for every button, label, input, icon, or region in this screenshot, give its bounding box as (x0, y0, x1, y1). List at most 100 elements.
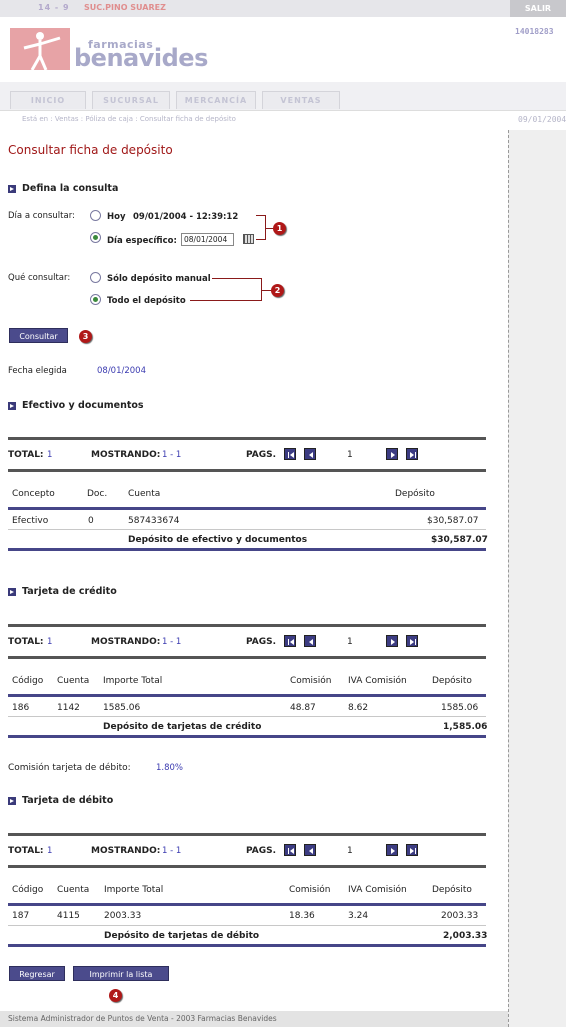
prev-page-icon[interactable] (304, 844, 316, 856)
pager-showing: 1 - 1 (162, 637, 182, 647)
pager-top-bar (8, 624, 486, 627)
debit-row-commission: 18.36 (289, 911, 315, 921)
tab-ventas[interactable]: VENTAS (262, 91, 340, 109)
tab-sucursal[interactable]: SUCURSAL (92, 91, 170, 109)
first-page-icon[interactable] (284, 448, 296, 460)
manual-deposit-label: Sólo depósito manual (107, 274, 211, 284)
credit-total-value: 1,585.06 (443, 722, 488, 732)
pager-bottom-bar (8, 865, 486, 868)
radio-today[interactable] (90, 210, 101, 221)
section-debit: Tarjeta de débito (8, 795, 113, 806)
date-field[interactable]: 08/01/2004 (181, 233, 234, 246)
section-query-label: Defina la consulta (22, 183, 119, 194)
table-header-bar (8, 694, 486, 697)
logout-button[interactable]: SALIR (510, 0, 566, 17)
last-page-icon[interactable] (406, 448, 418, 460)
pager-top-bar (8, 833, 486, 836)
chosen-date-value: 08/01/2004 (97, 366, 146, 376)
prev-page-icon[interactable] (304, 448, 316, 460)
pager-total-label: TOTAL: (8, 450, 44, 460)
section-credit-label: Tarjeta de crédito (22, 586, 117, 597)
pager-showing: 1 - 1 (162, 450, 182, 460)
credit-row-iva: 8.62 (348, 703, 369, 713)
debit-row-iva: 3.24 (348, 911, 369, 921)
print-list-button[interactable]: Imprimir la lista (73, 966, 169, 981)
next-page-icon[interactable] (386, 448, 398, 460)
prev-page-icon[interactable] (304, 635, 316, 647)
pager-total: 1 (47, 637, 53, 647)
table-footer-bar (8, 944, 486, 947)
pager-pages-label: PAGS. (246, 637, 277, 647)
chosen-date-label: Fecha elegida (8, 366, 67, 376)
col-deposit: Depósito (432, 676, 472, 686)
last-page-icon[interactable] (406, 844, 418, 856)
annotation-brace-2 (252, 278, 262, 301)
today-value: 09/01/2004 - 12:39:12 (133, 212, 239, 222)
badge-3: 3 (79, 330, 92, 343)
tab-inicio[interactable]: INICIO (10, 91, 86, 109)
table-header-bar (8, 507, 486, 510)
cash-row-doc: 0 (88, 516, 94, 526)
debit-total-value: 2,003.33 (443, 931, 488, 941)
credit-row-deposit: 1585.06 (441, 703, 479, 713)
col-amount: Importe Total (103, 676, 163, 686)
consult-button[interactable]: Consultar (9, 328, 68, 343)
pager-showing-label: MOSTRANDO: (91, 637, 161, 647)
pager-showing-label: MOSTRANDO: (91, 846, 161, 856)
credit-row-commission: 48.87 (290, 703, 316, 713)
store-name: SUC.PINO SUAREZ (84, 3, 166, 12)
arrow-icon (8, 401, 16, 410)
divider (8, 716, 486, 717)
col-commission: Comisión (290, 676, 332, 686)
pager-bottom-bar (8, 656, 486, 659)
tab-mercancia[interactable]: MERCANCÍA (176, 91, 256, 109)
credit-row-code: 186 (12, 703, 30, 713)
debit-row-account: 4115 (57, 911, 80, 921)
day-label: Día a consultar: (8, 211, 75, 221)
debit-row-amount: 2003.33 (104, 911, 142, 921)
section-cash-label: Efectivo y documentos (22, 400, 144, 411)
col-account: Cuenta (57, 676, 90, 686)
all-deposit-label: Todo el depósito (107, 296, 186, 306)
divider (8, 925, 486, 926)
annotation-brace-1 (256, 215, 266, 240)
next-page-icon[interactable] (386, 844, 398, 856)
top-bar: 14 - 9 SUC.PINO SUAREZ SALIR (0, 0, 566, 17)
next-page-icon[interactable] (386, 635, 398, 647)
calendar-icon[interactable] (243, 234, 254, 244)
radio-manual-deposit[interactable] (90, 272, 101, 283)
col-iva: IVA Comisión (348, 885, 407, 895)
credit-row-account: 1142 (57, 703, 80, 713)
store-number: 14 - 9 (38, 3, 70, 12)
col-doc: Doc. (87, 489, 108, 499)
breadcrumb: Está en : Ventas : Póliza de caja : Cons… (22, 115, 236, 123)
first-page-icon[interactable] (284, 635, 296, 647)
pager-showing-label: MOSTRANDO: (91, 450, 161, 460)
debit-commission-label: Comisión tarjeta de débito: (8, 763, 131, 773)
pager-page: 1 (347, 450, 353, 460)
pager-total-label: TOTAL: (8, 846, 44, 856)
right-panel (508, 130, 566, 1027)
back-button[interactable]: Regresar (9, 966, 65, 981)
radio-all-deposit[interactable] (90, 294, 101, 305)
page-title: Consultar ficha de depósito (8, 143, 173, 157)
col-account: Cuenta (128, 489, 161, 499)
badge-1: 1 (273, 222, 286, 235)
pager-bottom-bar (8, 469, 486, 472)
credit-total-label: Depósito de tarjetas de crédito (103, 722, 262, 732)
last-page-icon[interactable] (406, 635, 418, 647)
cash-row-concept: Efectivo (12, 516, 49, 526)
table-footer-bar (8, 548, 486, 551)
what-label: Qué consultar: (8, 273, 71, 283)
col-concept: Concepto (12, 489, 55, 499)
pager-top-bar (8, 437, 486, 440)
arrow-icon (8, 796, 16, 805)
debit-total-label: Depósito de tarjetas de débito (104, 931, 260, 941)
radio-specific-day[interactable] (90, 232, 101, 243)
cash-row-deposit: $30,587.07 (427, 516, 479, 526)
first-page-icon[interactable] (284, 844, 296, 856)
cash-row-account: 587433674 (128, 516, 180, 526)
credit-row-amount: 1585.06 (103, 703, 141, 713)
arrow-icon (8, 587, 16, 596)
cash-total-value: $30,587.07 (431, 535, 488, 545)
